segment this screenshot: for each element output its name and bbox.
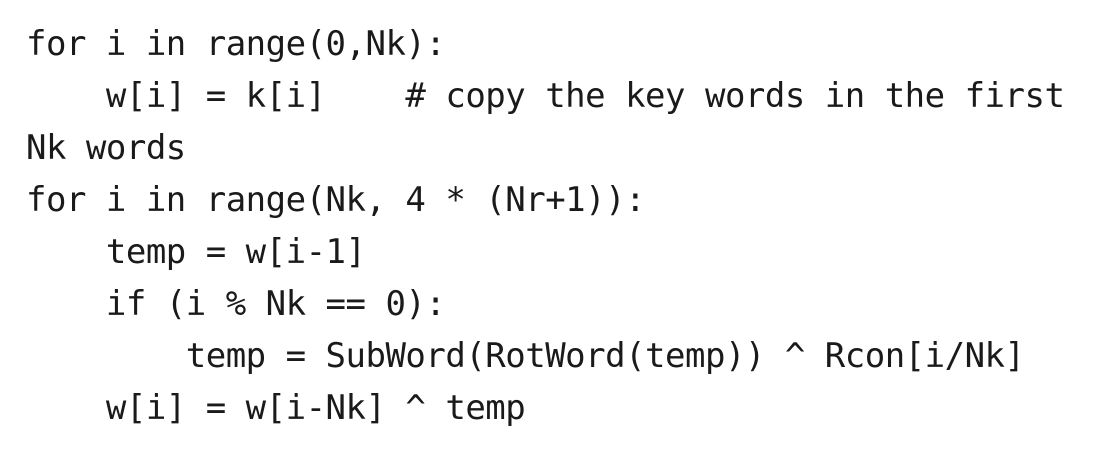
code-line-2: w[i] = k[i] # copy the key words in the … xyxy=(26,76,1065,116)
code-line-3: Nk words xyxy=(26,128,186,168)
code-line-4: for i in range(Nk, 4 * (Nr+1)): xyxy=(26,180,646,220)
code-line-6: if (i % Nk == 0): xyxy=(26,284,446,324)
code-line-1: for i in range(0,Nk): xyxy=(26,24,446,64)
code-line-5: temp = w[i-1] xyxy=(26,232,366,272)
code-line-8: w[i] = w[i-Nk] ^ temp xyxy=(26,388,526,428)
code-line-7: temp = SubWord(RotWord(temp)) ^ Rcon[i/N… xyxy=(26,336,1025,376)
code-block: for i in range(0,Nk): w[i] = k[i] # copy… xyxy=(26,18,1096,434)
